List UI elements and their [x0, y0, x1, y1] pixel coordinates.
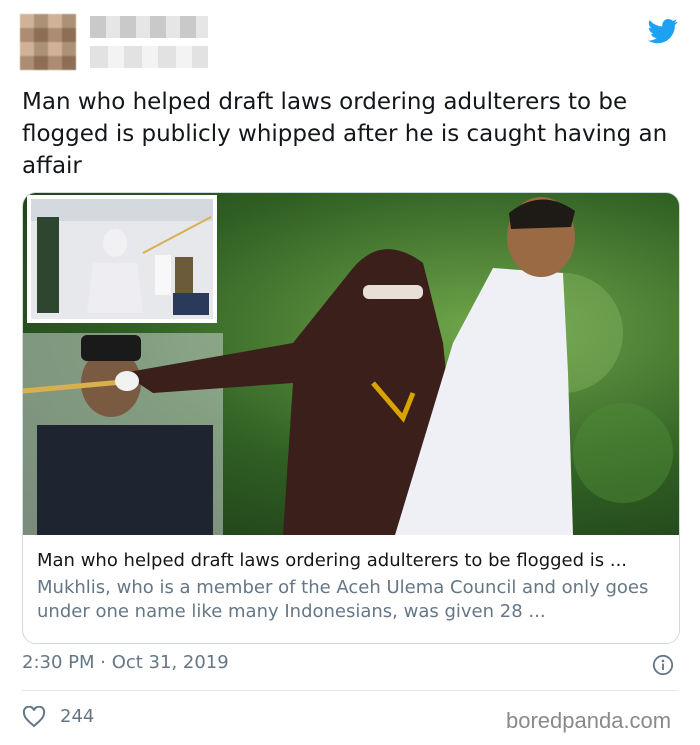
author-avatar[interactable]	[20, 14, 76, 70]
tweet-text: Man who helped draft laws ordering adult…	[22, 89, 668, 179]
divider	[22, 690, 678, 691]
heart-icon[interactable]	[22, 706, 46, 728]
watermark: boredpanda.com	[506, 708, 672, 733]
card-title[interactable]: Man who helped draft laws ordering adult…	[37, 549, 667, 573]
card-description: Mukhlis, who is a member of the Aceh Ule…	[37, 577, 649, 622]
tweet-timestamp[interactable]: 2:30 PM · Oct 31, 2019	[22, 652, 229, 673]
info-icon[interactable]	[652, 654, 674, 676]
twitter-bird-icon	[648, 19, 678, 44]
like-count: 244	[60, 706, 95, 727]
author-name-blurred[interactable]	[90, 16, 208, 38]
link-preview-card[interactable]: Man who helped draft laws ordering adult…	[22, 192, 680, 644]
author-handle-blurred	[90, 46, 208, 68]
card-photo	[23, 193, 679, 535]
